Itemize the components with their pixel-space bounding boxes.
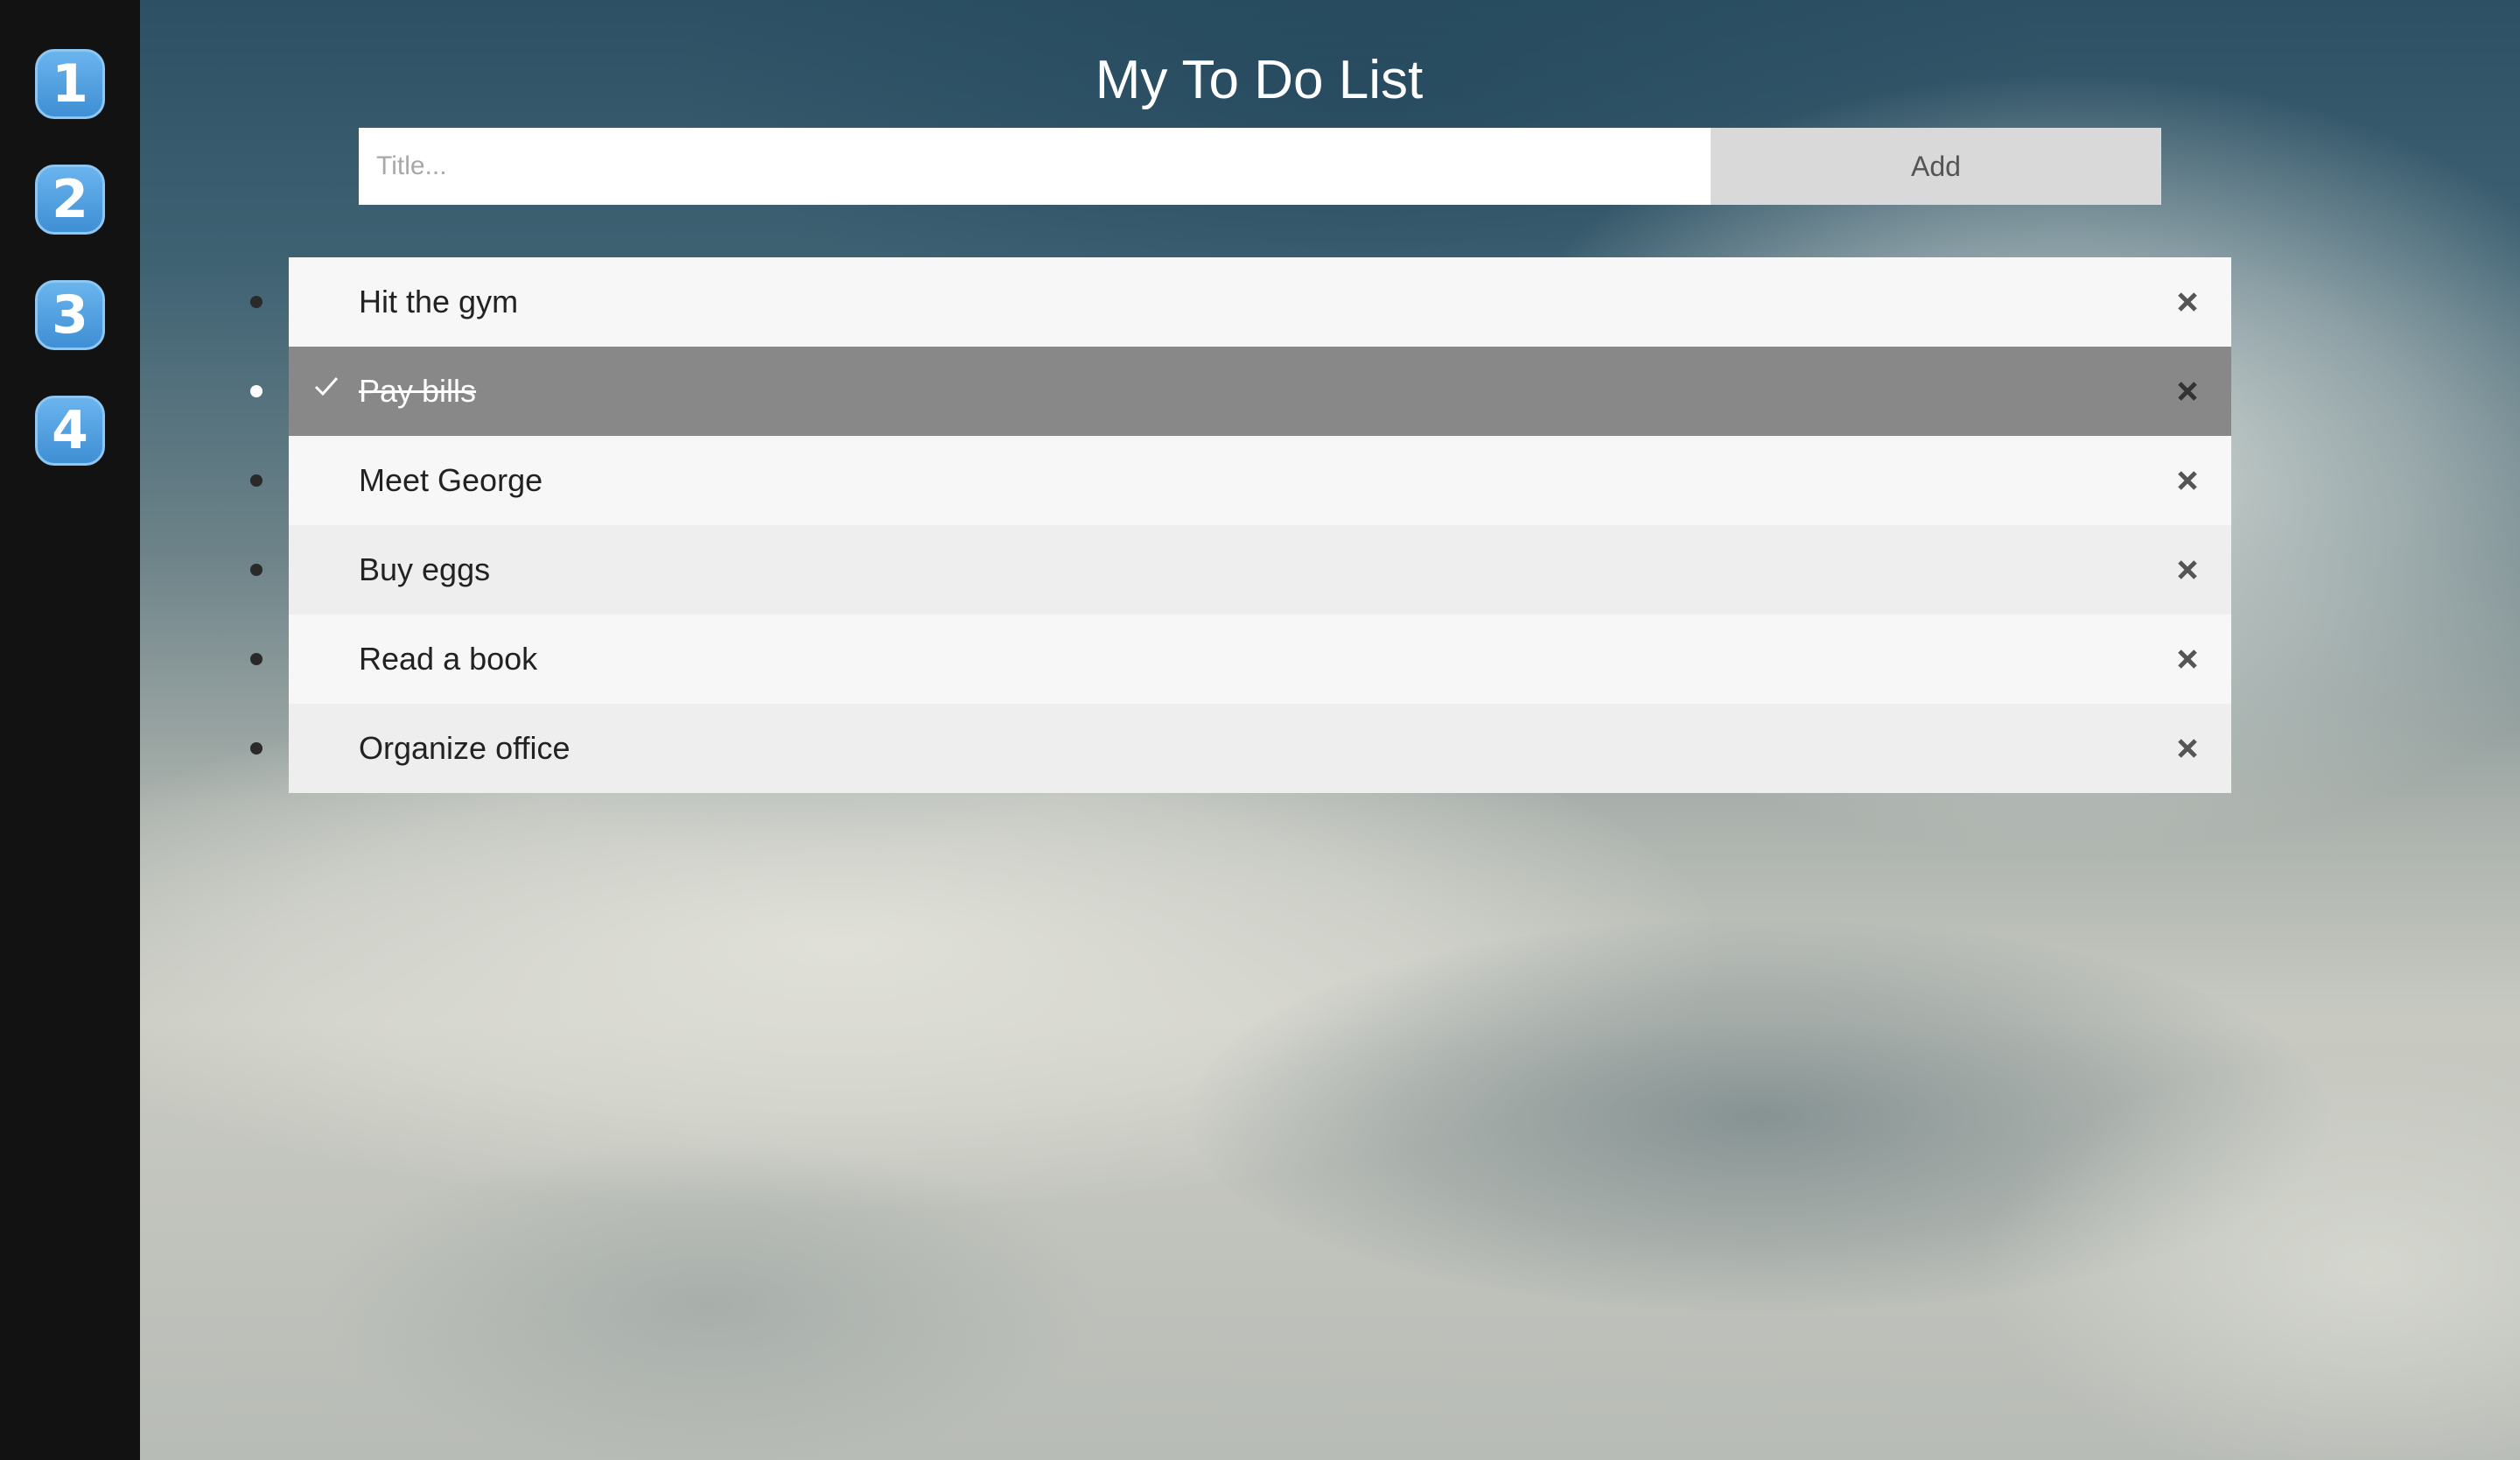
check-icon <box>314 377 339 397</box>
todo-item[interactable]: Meet George <box>250 436 2231 525</box>
close-icon[interactable] <box>2174 645 2202 673</box>
sidebar: 1 2 3 4 <box>0 0 140 1460</box>
step-3-button[interactable]: 3 <box>35 280 105 350</box>
step-1-button[interactable]: 1 <box>35 49 105 119</box>
step-4-button[interactable]: 4 <box>35 396 105 466</box>
list-bullet <box>250 296 262 308</box>
todo-item[interactable]: Organize office <box>250 704 2231 793</box>
page-title: My To Do List <box>1095 50 1424 110</box>
add-button[interactable]: Add <box>1711 128 2161 205</box>
close-icon[interactable] <box>2174 288 2202 316</box>
title-input[interactable] <box>359 128 1711 205</box>
todo-item[interactable]: Hit the gym <box>250 257 2231 347</box>
list-bullet <box>250 564 262 576</box>
todo-list: Hit the gym Pay bills Meet George Buy eggs R… <box>250 257 2231 793</box>
todo-item-text: Hit the gym <box>359 284 519 319</box>
todo-item[interactable]: Read a book <box>250 614 2231 704</box>
todo-item[interactable]: Pay bills <box>250 347 2231 436</box>
todo-item-text: Pay bills <box>359 373 477 409</box>
list-bullet <box>250 474 262 487</box>
list-bullet <box>250 653 262 665</box>
todo-item[interactable]: Buy eggs <box>250 525 2231 614</box>
todo-item-text: Buy eggs <box>359 551 491 587</box>
list-bullet <box>250 742 262 755</box>
step-2-button[interactable]: 2 <box>35 165 105 235</box>
close-icon[interactable] <box>2174 467 2202 495</box>
close-icon[interactable] <box>2174 377 2202 405</box>
todo-item-text: Meet George <box>359 462 543 498</box>
add-todo-form: Add <box>359 128 2161 205</box>
list-bullet <box>250 385 262 397</box>
cloud <box>315 1138 1102 1460</box>
close-icon[interactable] <box>2174 734 2202 762</box>
close-icon[interactable] <box>2174 556 2202 584</box>
todo-item-text: Organize office <box>359 730 570 766</box>
todo-item-text: Read a book <box>359 641 538 677</box>
